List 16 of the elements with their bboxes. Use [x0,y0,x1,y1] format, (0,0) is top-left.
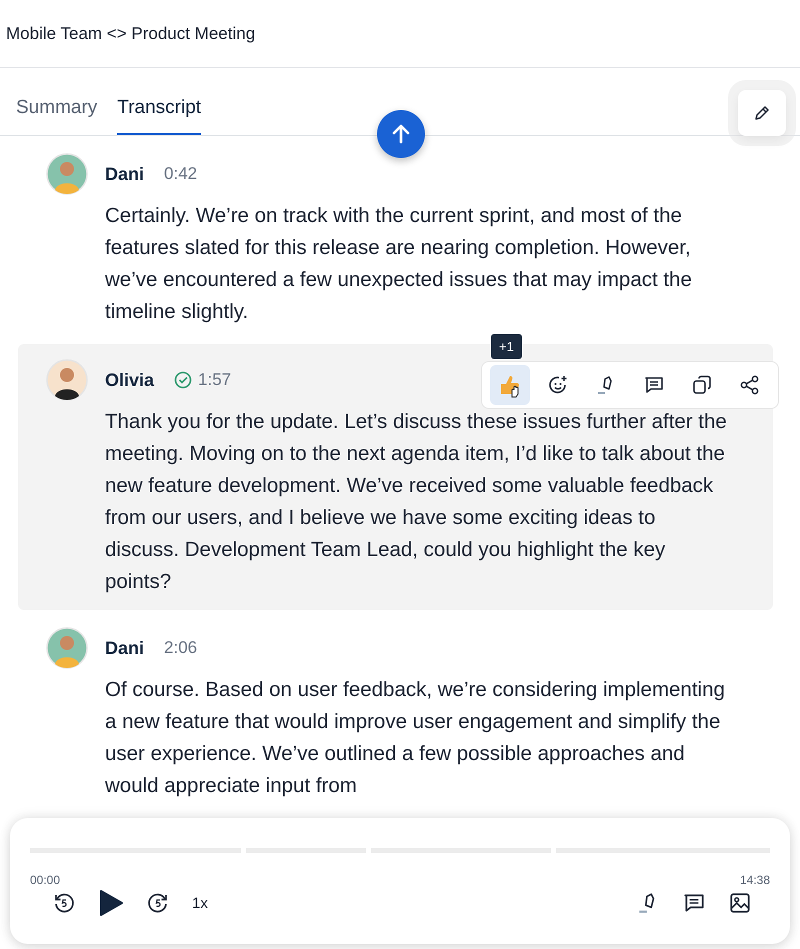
transcript-text: Thank you for the update. Let’s discuss these issues further after the meeting. Moving on to the next agenda item, I’d like to talk about the new feature development. We’ve received some valuable feedback from our users, and I believe we have some exciting ideas to discuss. Development Team Lead, could you highlight the key points? [105,409,728,595]
current-time: 00:00 [30,873,60,887]
tab[interactable]: Summary [16,97,98,135]
reaction-count-tooltip: +1 [491,334,522,359]
timestamp[interactable]: 2:06 [164,638,198,658]
transcript-text: Of course. Based on user feedback, we’re considering implementing a new feature that would improve user engagement and simplify the user experience. We’ve outlined a few possible approaches and would appreciate input from [105,677,726,799]
tab[interactable]: Transcript [117,97,202,135]
speaker-name: Dani [105,164,144,184]
speaker-name: Olivia [105,370,154,390]
transcript-text: Certainly. We’re on track with the current sprint, and most of the features slated for this release are nearing completion. However, we’ve encountered a few unexpected issues that may impact the timeline slightly. [105,203,693,325]
meeting-title: Mobile Team <> Product Meeting [6,24,256,44]
timestamp[interactable]: 1:57 [198,370,232,390]
total-time: 14:38 [740,873,770,887]
speed-button[interactable]: 1x [192,894,208,912]
speaker-name: Dani [105,638,144,658]
timestamp[interactable]: 0:42 [164,164,198,184]
